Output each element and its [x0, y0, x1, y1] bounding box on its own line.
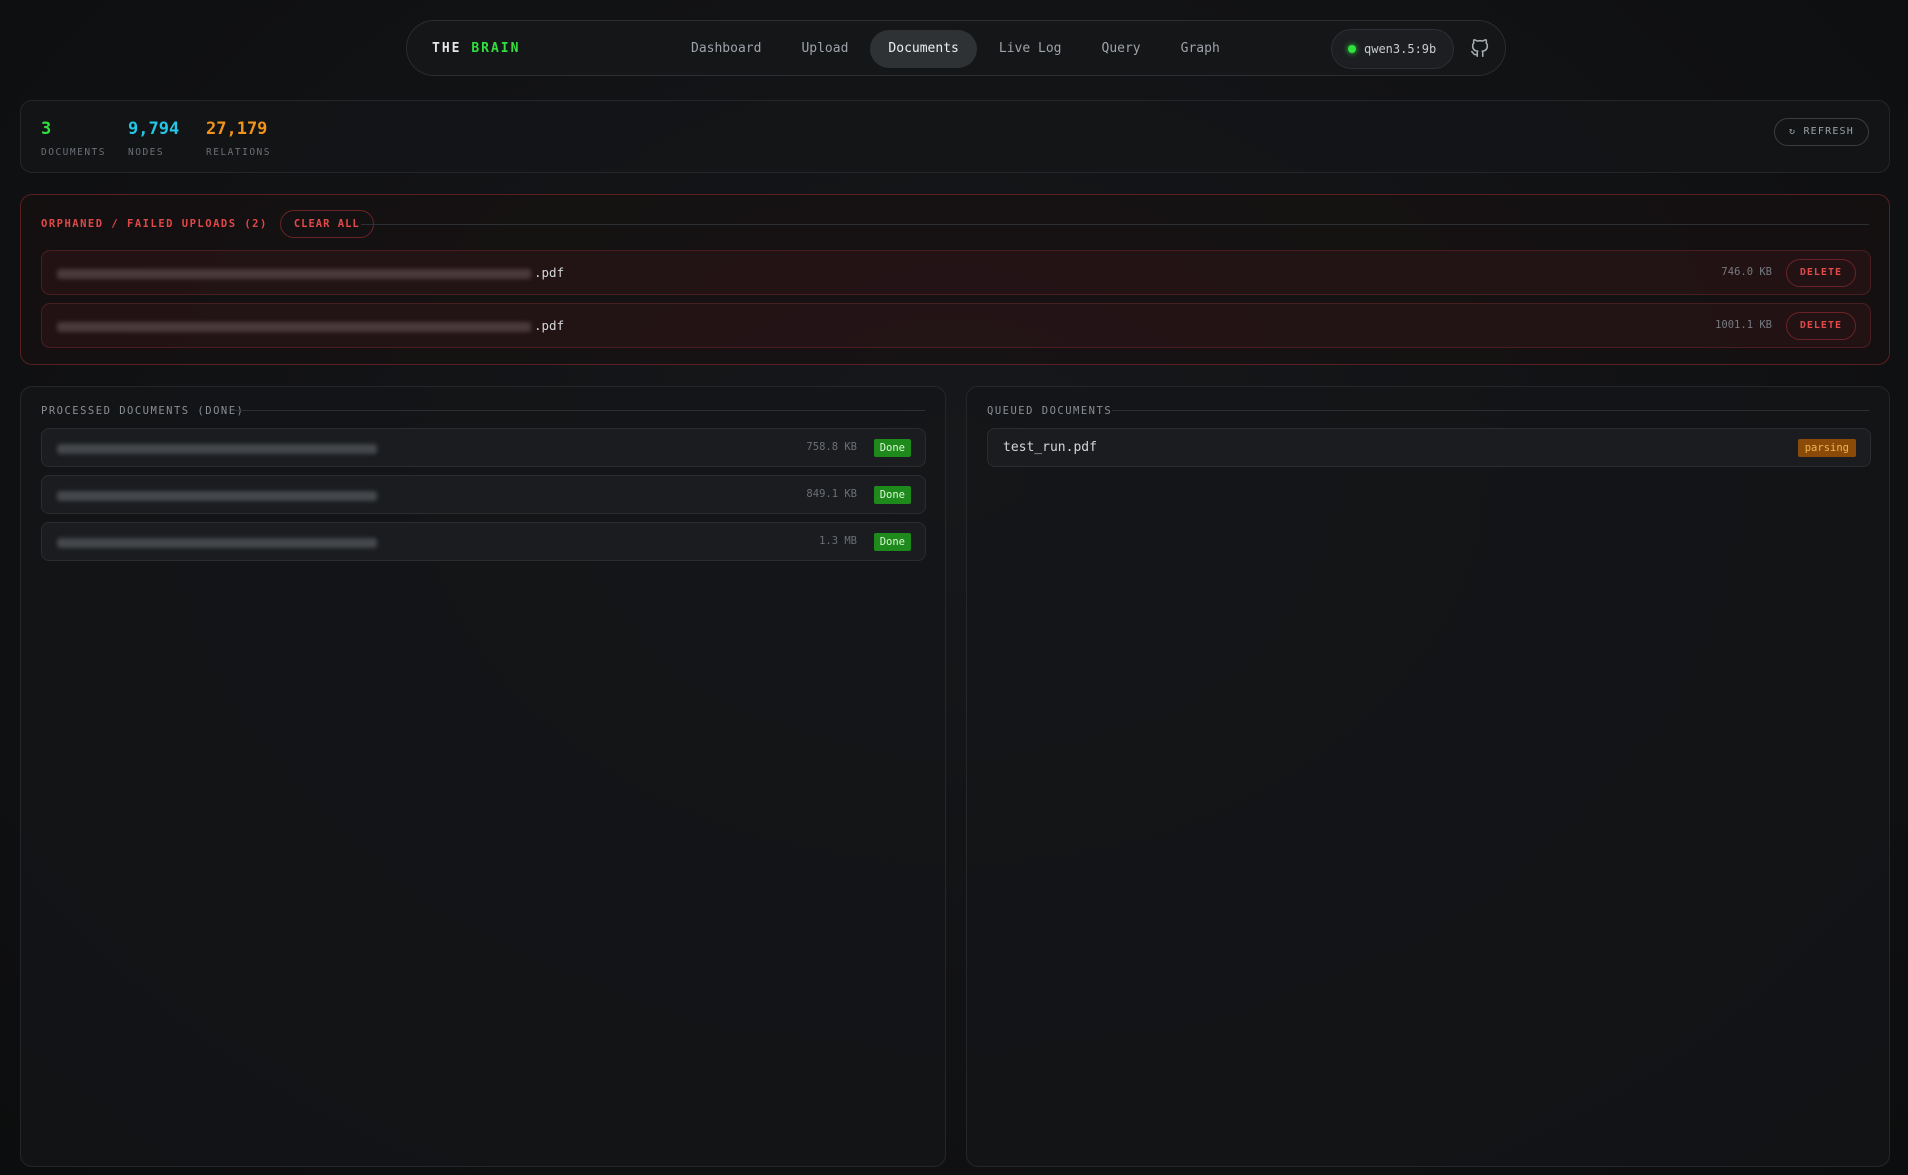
- redacted-text: [57, 321, 531, 332]
- redacted-text: [57, 490, 377, 501]
- model-status-pill[interactable]: qwen3.5:9b: [1331, 29, 1455, 69]
- delete-button[interactable]: DELETE: [1785, 312, 1856, 340]
- model-name: qwen3.5:9b: [1364, 42, 1437, 56]
- nav-link-upload[interactable]: Upload: [783, 30, 866, 68]
- stat-relations: 27,179 RELATIONS: [206, 119, 271, 158]
- file-name: [57, 523, 380, 560]
- section-title: QUEUED DOCUMENTS: [987, 405, 1113, 417]
- processed-documents-panel: PROCESSED DOCUMENTS (DONE) 758.8 KB Done…: [20, 386, 946, 1167]
- orphan-row: .pdf 1001.1 KB DELETE: [41, 303, 1871, 348]
- processed-doc-row[interactable]: 849.1 KB Done: [41, 475, 926, 514]
- brand-prefix: THE: [432, 41, 462, 56]
- stat-label: DOCUMENTS: [41, 147, 106, 158]
- status-dot-icon: [1348, 45, 1356, 53]
- file-size: 849.1 KB: [806, 488, 857, 500]
- status-badge: Done: [873, 533, 911, 551]
- brand-accent: BRAIN: [471, 41, 521, 56]
- file-name: .pdf: [57, 251, 564, 294]
- file-name: [57, 429, 380, 466]
- nav-link-graph[interactable]: Graph: [1163, 30, 1238, 68]
- file-size: 1001.1 KB: [1715, 319, 1772, 331]
- redacted-text: [57, 537, 377, 548]
- stat-documents: 3 DOCUMENTS: [41, 119, 106, 158]
- file-name: test_run.pdf: [1003, 440, 1097, 455]
- file-size: 1.3 MB: [819, 535, 857, 547]
- file-size: 746.0 KB: [1721, 266, 1772, 278]
- stats-panel: 3 DOCUMENTS 9,794 NODES 27,179 RELATIONS…: [20, 100, 1890, 173]
- file-size: 758.8 KB: [806, 441, 857, 453]
- divider: [1112, 410, 1869, 411]
- top-nav: THE BRAIN Dashboard Upload Documents Liv…: [406, 20, 1506, 76]
- redacted-text: [57, 443, 377, 454]
- file-name: .pdf: [57, 304, 564, 347]
- github-icon[interactable]: [1469, 37, 1491, 59]
- queued-documents-panel: QUEUED DOCUMENTS test_run.pdf parsing: [966, 386, 1890, 1167]
- stat-value: 27,179: [206, 119, 268, 139]
- orphan-row: .pdf 746.0 KB DELETE: [41, 250, 1871, 295]
- status-badge: parsing: [1797, 439, 1856, 457]
- queued-doc-row[interactable]: test_run.pdf parsing: [987, 428, 1871, 467]
- stat-nodes: 9,794 NODES: [128, 119, 179, 158]
- delete-button[interactable]: DELETE: [1785, 259, 1856, 287]
- clear-all-button[interactable]: CLEAR ALL: [279, 210, 374, 238]
- orphaned-uploads-panel: ORPHANED / FAILED UPLOADS (2) CLEAR ALL …: [20, 194, 1890, 365]
- stat-label: RELATIONS: [206, 147, 271, 158]
- processed-header: PROCESSED DOCUMENTS (DONE): [41, 397, 244, 425]
- redacted-text: [57, 268, 531, 279]
- stat-value: 9,794: [128, 119, 180, 139]
- nav-link-documents[interactable]: Documents: [870, 30, 977, 68]
- divider: [231, 410, 925, 411]
- queued-header: QUEUED DOCUMENTS: [987, 397, 1112, 425]
- status-badge: Done: [873, 486, 911, 504]
- nav-link-live-log[interactable]: Live Log: [981, 30, 1080, 68]
- refresh-button[interactable]: ↻ REFRESH: [1774, 118, 1869, 146]
- nav-link-query[interactable]: Query: [1084, 30, 1159, 68]
- nav-link-dashboard[interactable]: Dashboard: [673, 30, 779, 68]
- section-title: PROCESSED DOCUMENTS (DONE): [41, 405, 245, 417]
- processed-doc-row[interactable]: 758.8 KB Done: [41, 428, 926, 467]
- orphaned-header: ORPHANED / FAILED UPLOADS (2) CLEAR ALL: [41, 210, 374, 238]
- stat-value: 3: [41, 119, 52, 139]
- divider: [361, 224, 1869, 225]
- nav-links: Dashboard Upload Documents Live Log Quer…: [673, 30, 1238, 68]
- status-badge: Done: [873, 439, 911, 457]
- file-name: [57, 476, 380, 513]
- processed-doc-row[interactable]: 1.3 MB Done: [41, 522, 926, 561]
- brand-logo[interactable]: THE BRAIN: [432, 21, 520, 77]
- section-title: ORPHANED / FAILED UPLOADS (2): [41, 218, 268, 230]
- stat-label: NODES: [128, 147, 165, 158]
